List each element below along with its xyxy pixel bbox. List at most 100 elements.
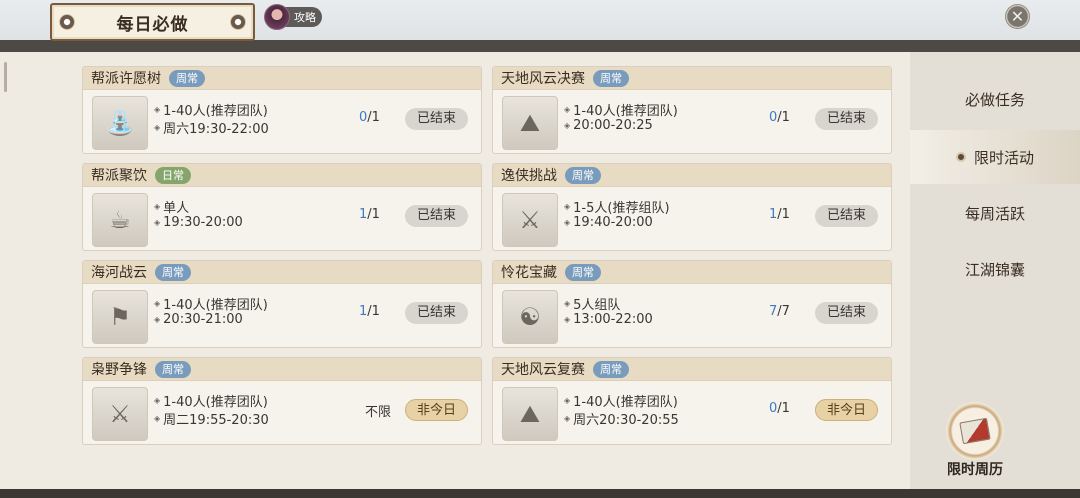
card-header: 帮派聚饮 日常	[83, 164, 481, 187]
activity-status-button[interactable]: 已结束	[405, 205, 468, 227]
crossed-swords-icon[interactable]: ⚔	[92, 387, 148, 441]
activity-card[interactable]: 天地风云决赛 周常 ⛰ ◈ 1-40人(推荐团队) ◈ 20:00-20:25 …	[492, 66, 892, 154]
activity-players-text: 5人组队	[573, 298, 621, 313]
activity-time-text: 19:40-20:00	[573, 215, 653, 230]
activity-time: ◈ 周二19:55-20:30	[154, 409, 269, 428]
activity-time-text: 周六20:30-20:55	[573, 413, 679, 428]
activity-title: 海河战云	[91, 265, 147, 281]
weekly-calendar-label: 限时周历	[947, 462, 1003, 478]
tab-timed-activities[interactable]: 限时活动	[910, 130, 1080, 184]
activity-card[interactable]: 逸侠挑战 周常 ⚔ ◈ 1-5人(推荐组队) ◈ 19:40-20:00 1/1…	[492, 163, 892, 251]
activity-status-button[interactable]: 已结束	[815, 205, 878, 227]
activity-progress: 1/1	[359, 304, 380, 319]
activity-title: 逸侠挑战	[501, 168, 557, 184]
treasure-compass-icon[interactable]: ☯	[502, 290, 558, 344]
page-title: 每日必做	[116, 14, 189, 35]
activity-time: ◈ 20:30-21:00	[154, 312, 243, 327]
activity-time-text: 20:00-20:25	[573, 118, 653, 133]
activity-progress: 不限	[365, 405, 392, 420]
activity-progress: 0/1	[769, 401, 790, 416]
activity-time-text: 19:30-20:00	[163, 215, 243, 230]
mountain-arena-icon[interactable]: ⛰	[502, 96, 558, 150]
activity-status-button[interactable]: 已结束	[815, 108, 878, 130]
bullet-icon: ◈	[154, 105, 161, 114]
activity-title: 天地风云复赛	[501, 362, 585, 378]
close-button[interactable]: ✕	[1005, 4, 1030, 29]
activity-tag: 日常	[155, 166, 191, 184]
activity-time: ◈ 19:40-20:00	[564, 215, 653, 230]
card-body: ⛲ ◈ 1-40人(推荐团队) ◈ 周六19:30-22:00 0/1 已结束	[83, 90, 481, 153]
card-body: ⛰ ◈ 1-40人(推荐团队) ◈ 20:00-20:25 0/1 已结束	[493, 90, 891, 153]
ornament-icon	[230, 14, 246, 30]
tab-required-tasks[interactable]: 必做任务	[910, 72, 1080, 126]
warrior-statue-icon[interactable]: ⚔	[502, 193, 558, 247]
activity-progress: 1/1	[769, 207, 790, 222]
card-header: 天地风云决赛 周常	[493, 67, 891, 90]
bullet-icon: ◈	[564, 315, 571, 324]
activity-tag: 周常	[169, 69, 205, 87]
bottom-bar	[0, 489, 1080, 498]
activity-players-text: 1-40人(推荐团队)	[573, 395, 678, 410]
activity-card[interactable]: 怜花宝藏 周常 ☯ ◈ 5人组队 ◈ 13:00-22:00 7/7 已结束	[492, 260, 892, 348]
card-header: 怜花宝藏 周常	[493, 261, 891, 284]
feast-icon[interactable]: ☕	[92, 193, 148, 247]
battlefield-icon[interactable]: ⚑	[92, 290, 148, 344]
activity-status-button[interactable]: 已结束	[815, 302, 878, 324]
activity-status-button[interactable]: 已结束	[405, 302, 468, 324]
bullet-icon: ◈	[154, 315, 161, 324]
weekly-calendar-button[interactable]	[946, 402, 1004, 460]
tab-weekly-active[interactable]: 每周活跃	[910, 186, 1080, 240]
bullet-icon: ◈	[154, 396, 161, 405]
bullet-icon: ◈	[564, 121, 571, 130]
card-body: ☕ ◈ 单人 ◈ 19:30-20:00 1/1 已结束	[83, 187, 481, 250]
activity-title: 天地风云决赛	[501, 71, 585, 87]
activity-title: 帮派聚饮	[91, 168, 147, 184]
activity-progress: 7/7	[769, 304, 790, 319]
activity-players-text: 1-40人(推荐团队)	[163, 298, 268, 313]
activity-card[interactable]: 海河战云 周常 ⚑ ◈ 1-40人(推荐团队) ◈ 20:30-21:00 1/…	[82, 260, 482, 348]
progress-total: /7	[777, 304, 790, 319]
activity-progress: 0/1	[359, 110, 380, 125]
activity-tag: 周常	[593, 360, 629, 378]
guide-button[interactable]: 攻略	[264, 4, 328, 30]
activity-status-button[interactable]: 非今日	[405, 399, 468, 421]
bullet-icon: ◈	[154, 123, 161, 132]
scrollbar[interactable]	[4, 62, 7, 92]
progress-total: /1	[367, 304, 380, 319]
activity-card[interactable]: 帮派许愿树 周常 ⛲ ◈ 1-40人(推荐团队) ◈ 周六19:30-22:00…	[82, 66, 482, 154]
progress-total: /1	[777, 110, 790, 125]
progress-total: /1	[367, 207, 380, 222]
activity-players: ◈ 1-40人(推荐团队)	[154, 294, 268, 313]
activity-title: 帮派许愿树	[91, 71, 161, 87]
activity-title: 枭野争锋	[91, 362, 147, 378]
tab-jianghu-tips[interactable]: 江湖锦囊	[910, 242, 1080, 296]
card-body: ⚔ ◈ 1-40人(推荐团队) ◈ 周二19:55-20:30 不限 非今日	[83, 381, 481, 444]
wishing-tree-icon[interactable]: ⛲	[92, 96, 148, 150]
activity-time-text: 周六19:30-22:00	[163, 122, 269, 137]
activity-players-text: 单人	[163, 201, 190, 216]
bullet-icon: ◈	[564, 218, 571, 227]
activity-card[interactable]: 枭野争锋 周常 ⚔ ◈ 1-40人(推荐团队) ◈ 周二19:55-20:30 …	[82, 357, 482, 445]
activity-status-button[interactable]: 非今日	[815, 399, 878, 421]
activity-players-text: 1-40人(推荐团队)	[163, 395, 268, 410]
activity-time-text: 20:30-21:00	[163, 312, 243, 327]
bullet-icon: ◈	[154, 202, 161, 211]
activity-tag: 周常	[565, 166, 601, 184]
bullet-icon: ◈	[154, 299, 161, 308]
tab-label: 江湖锦囊	[964, 260, 1025, 279]
progress-total: /1	[777, 401, 790, 416]
activity-players: ◈ 单人	[154, 197, 189, 216]
tab-label: 必做任务	[964, 90, 1025, 109]
activity-tag: 周常	[155, 263, 191, 281]
activity-status-button[interactable]: 已结束	[405, 108, 468, 130]
mountain-arena-icon[interactable]: ⛰	[502, 387, 558, 441]
list-fade	[28, 452, 910, 489]
card-body: ⚔ ◈ 1-5人(推荐组队) ◈ 19:40-20:00 1/1 已结束	[493, 187, 891, 250]
activity-card[interactable]: 天地风云复赛 周常 ⛰ ◈ 1-40人(推荐团队) ◈ 周六20:30-20:5…	[492, 357, 892, 445]
activity-players: ◈ 1-40人(推荐团队)	[154, 391, 268, 410]
activity-players-text: 1-5人(推荐组队)	[573, 201, 670, 216]
progress-total: /1	[777, 207, 790, 222]
activity-card[interactable]: 帮派聚饮 日常 ☕ ◈ 单人 ◈ 19:30-20:00 1/1 已结束	[82, 163, 482, 251]
activity-time: ◈ 20:00-20:25	[564, 118, 653, 133]
bullet-icon: ◈	[564, 299, 571, 308]
